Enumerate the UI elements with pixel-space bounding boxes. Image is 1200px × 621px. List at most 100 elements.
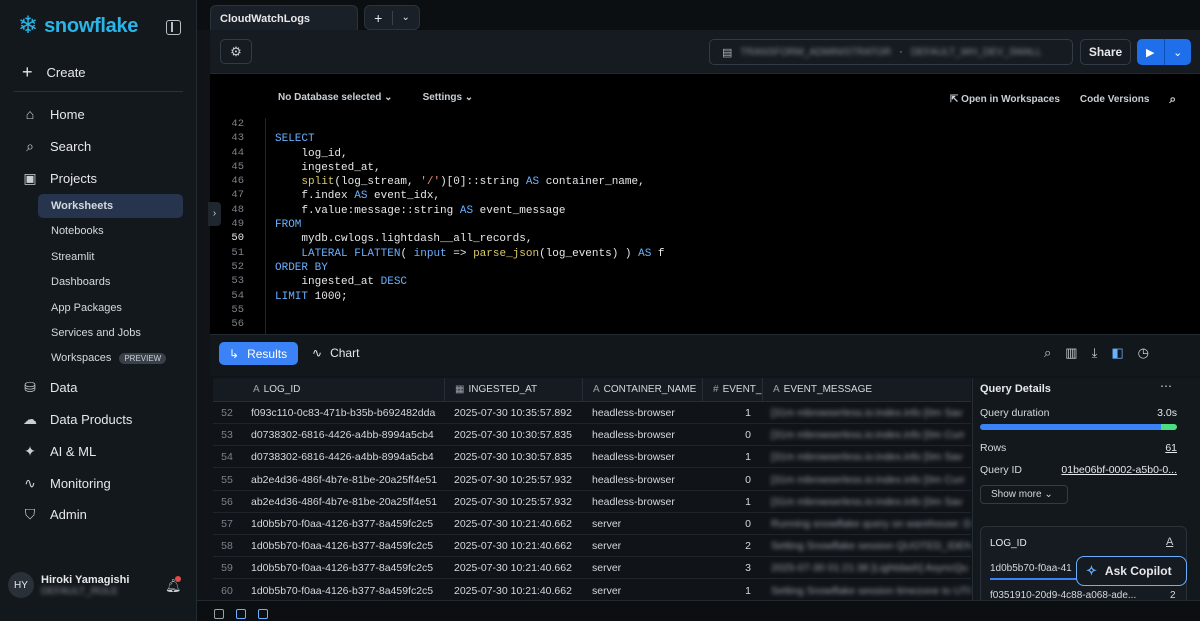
results-tab[interactable]: ↳ Results bbox=[219, 342, 298, 365]
line-number: 48 bbox=[231, 203, 244, 216]
code-line: mydb.cwlogs.lightdash__all_records, bbox=[275, 233, 533, 246]
code-versions-button[interactable]: Code Versions bbox=[1080, 94, 1149, 105]
sidebar-toggle-icon[interactable] bbox=[166, 20, 181, 35]
nav-search[interactable]: ⌕ Search bbox=[22, 138, 91, 155]
user-menu[interactable]: HY Hiroki Yamagishi DEFAULT_ROLE bbox=[8, 572, 188, 598]
table-row[interactable]: 55 ab2e4d36-486f-4b7e-81be-20a25ff4e51 202… bbox=[213, 469, 971, 491]
play-icon[interactable]: ▶ bbox=[1137, 46, 1164, 59]
sidebar-item-worksheets[interactable]: Worksheets bbox=[51, 200, 113, 212]
column-header-container-name[interactable]: A CONTAINER_NAME bbox=[583, 378, 703, 402]
sidebar-item-notebooks[interactable]: Notebooks bbox=[51, 225, 104, 237]
settings-dropdown[interactable]: Settings ⌄ bbox=[423, 92, 474, 103]
code-lines[interactable]: SELECT log_id, ingested_at, split(log_st… bbox=[275, 118, 665, 332]
rows-value[interactable]: 61 bbox=[1165, 442, 1177, 454]
nav-label: AI & ML bbox=[50, 444, 97, 459]
nav-home[interactable]: ⌂ Home bbox=[22, 106, 85, 122]
code-line: LATERAL FLATTEN( input => parse_json(log… bbox=[301, 247, 665, 260]
table-cell: 1 bbox=[745, 495, 751, 508]
code-line: split(log_stream, '/')[0]::string AS con… bbox=[301, 176, 645, 189]
download-icon[interactable]: ⤓ bbox=[1092, 345, 1098, 361]
search-icon[interactable]: ⌕ bbox=[1044, 345, 1051, 361]
more-options-icon[interactable]: ⋯ bbox=[1160, 379, 1172, 393]
open-workspaces-link[interactable]: ⇱ Open in Workspaces bbox=[950, 94, 1060, 105]
create-button[interactable]: + Create bbox=[22, 63, 86, 81]
details-panel-icon[interactable]: ◧ bbox=[1111, 345, 1123, 361]
nav-label: Monitoring bbox=[50, 476, 111, 491]
column-label: CONTAINER_NAME bbox=[603, 384, 697, 395]
results-icon: ↳ bbox=[229, 346, 240, 361]
sub-label: Notebooks bbox=[51, 225, 104, 237]
snowflake-logo[interactable]: ❄ snowflake bbox=[18, 14, 138, 38]
line-number: 45 bbox=[231, 160, 244, 173]
table-row[interactable]: 60 1d0b5b70-f0aa-4126-b377-8a459fc2c5 2025… bbox=[213, 580, 971, 602]
table-header: A LOG_ID ▦ INGESTED_AT A CONTAINER_NAME # EV… bbox=[213, 378, 971, 402]
nav-data[interactable]: ⛁ Data bbox=[22, 379, 77, 396]
table-cell: 2 bbox=[745, 540, 751, 553]
home-icon: ⌂ bbox=[25, 106, 35, 122]
nav-monitoring[interactable]: ∿ Monitoring bbox=[22, 475, 111, 492]
nav-admin[interactable]: ⛉ Admin bbox=[22, 506, 87, 523]
duration-bar-tail bbox=[1161, 424, 1177, 430]
tab-cloudwatchlogs[interactable]: CloudWatchLogs bbox=[210, 5, 358, 30]
nav-projects[interactable]: ▣ Projects bbox=[22, 170, 97, 187]
table-row[interactable]: 57 1d0b5b70-f0aa-4126-b377-8a459fc2c5 2025… bbox=[213, 513, 971, 535]
table-cell: [31m mbrowserless.io:index.info [0m Sav bbox=[771, 495, 963, 508]
chart-tab[interactable]: ∿ Chart bbox=[312, 346, 359, 360]
sidebar-item-services-jobs[interactable]: Services and Jobs bbox=[51, 327, 141, 339]
table-row[interactable]: 56 ab2e4d36-486f-4b7e-81be-20a25ff4e51 202… bbox=[213, 491, 971, 513]
chevron-down-icon[interactable]: ⌄ bbox=[393, 12, 420, 23]
column-header-ingested-at[interactable]: ▦ INGESTED_AT bbox=[445, 378, 583, 402]
table-cell: Setting Snowflake session timezone to UT… bbox=[771, 584, 971, 597]
code-line: LIMIT 1000; bbox=[275, 290, 348, 303]
table-cell: headless-browser bbox=[592, 429, 675, 442]
history-icon[interactable]: ◷ bbox=[1138, 345, 1149, 361]
number-type-icon: # bbox=[713, 384, 719, 395]
chevron-right-icon[interactable]: › bbox=[208, 202, 221, 226]
column-label: LOG_ID bbox=[263, 384, 301, 395]
column-header-event-message[interactable]: A EVENT_MESSAGE bbox=[763, 378, 971, 402]
sub-label: Streamlit bbox=[51, 251, 95, 263]
run-button[interactable]: ▶ ⌄ bbox=[1137, 39, 1191, 65]
code-line: ORDER BY bbox=[275, 261, 328, 274]
table-row[interactable]: 58 1d0b5b70-f0aa-4126-b377-8a459fc2c5 2025… bbox=[213, 535, 971, 558]
show-more-button[interactable]: Show more ⌄ bbox=[980, 485, 1068, 504]
table-row[interactable]: 53 d0738302-6816-4426-a4bb-8994a5cb4 2025-… bbox=[213, 424, 971, 447]
sidebar-item-workspaces[interactable]: Workspaces PREVIEW bbox=[51, 352, 167, 364]
sidebar-item-dashboards[interactable]: Dashboards bbox=[51, 276, 110, 288]
layout-bottom-icon[interactable] bbox=[258, 609, 268, 619]
ask-copilot-button[interactable]: ✧ Ask Copilot bbox=[1076, 556, 1187, 586]
chevron-down-icon[interactable]: ⌄ bbox=[1165, 46, 1192, 59]
duration-bar bbox=[980, 424, 1177, 430]
column-header-log-id[interactable]: A LOG_ID bbox=[241, 378, 445, 402]
table-cell: 1 bbox=[745, 407, 751, 419]
column-header-event-idx[interactable]: # EVENT_ bbox=[703, 378, 763, 402]
layout-top-icon[interactable] bbox=[236, 609, 246, 619]
table-row[interactable]: 59 1d0b5b70-f0aa-4126-b377-8a459fc2c5 2025… bbox=[213, 557, 971, 580]
column-label: EVENT_MESSAGE bbox=[783, 384, 873, 395]
nav-ai-ml[interactable]: ✦ AI & ML bbox=[22, 443, 96, 460]
line-number: 56 bbox=[231, 318, 244, 331]
card-value: 1d0b5b70-f0aa-41 bbox=[990, 563, 1072, 574]
editor-actions: ⇱ Open in Workspaces Code Versions ⌕ bbox=[950, 92, 1176, 107]
plus-icon[interactable]: + bbox=[365, 10, 392, 26]
table-row[interactable]: 54 d0738302-6816-4426-a4bb-8994a5cb4 2025-… bbox=[213, 446, 971, 469]
database-selector[interactable]: No Database selected ⌄ bbox=[278, 92, 393, 103]
table-cell: 1d0b5b70-f0aa-4126-b377-8a459fc2c5 bbox=[251, 584, 434, 597]
nav-data-products[interactable]: ☁ Data Products bbox=[22, 411, 132, 428]
sidebar-item-streamlit[interactable]: Streamlit bbox=[51, 251, 94, 263]
share-button[interactable]: Share bbox=[1080, 39, 1131, 65]
table-row[interactable]: 52 f093c110-0c83-471b-b35b-b692482dda 2025… bbox=[213, 402, 971, 424]
nav-label: Search bbox=[50, 139, 92, 154]
layout-left-icon[interactable] bbox=[214, 609, 224, 619]
card-progress-bar bbox=[990, 578, 1078, 580]
query-id-value[interactable]: 01be06bf-0002-a5b0-0... bbox=[1061, 464, 1177, 476]
table-cell: 55 bbox=[221, 473, 233, 486]
monitoring-icon: ∿ bbox=[24, 475, 36, 491]
context-selector[interactable]: ▤ TRANSFORM_ADMINISTRATOR · DEFAULT_WH_D… bbox=[709, 39, 1073, 65]
table-cell: ab2e4d36-486f-4b7e-81be-20a25ff4e51 bbox=[251, 473, 438, 486]
table-cell: 58 bbox=[221, 540, 233, 553]
filter-icon[interactable]: ⚙ bbox=[220, 39, 252, 64]
columns-icon[interactable]: ▥ bbox=[1065, 345, 1077, 361]
search-icon[interactable]: ⌕ bbox=[1169, 92, 1176, 107]
sidebar-item-app-packages[interactable]: App Packages bbox=[51, 302, 122, 314]
